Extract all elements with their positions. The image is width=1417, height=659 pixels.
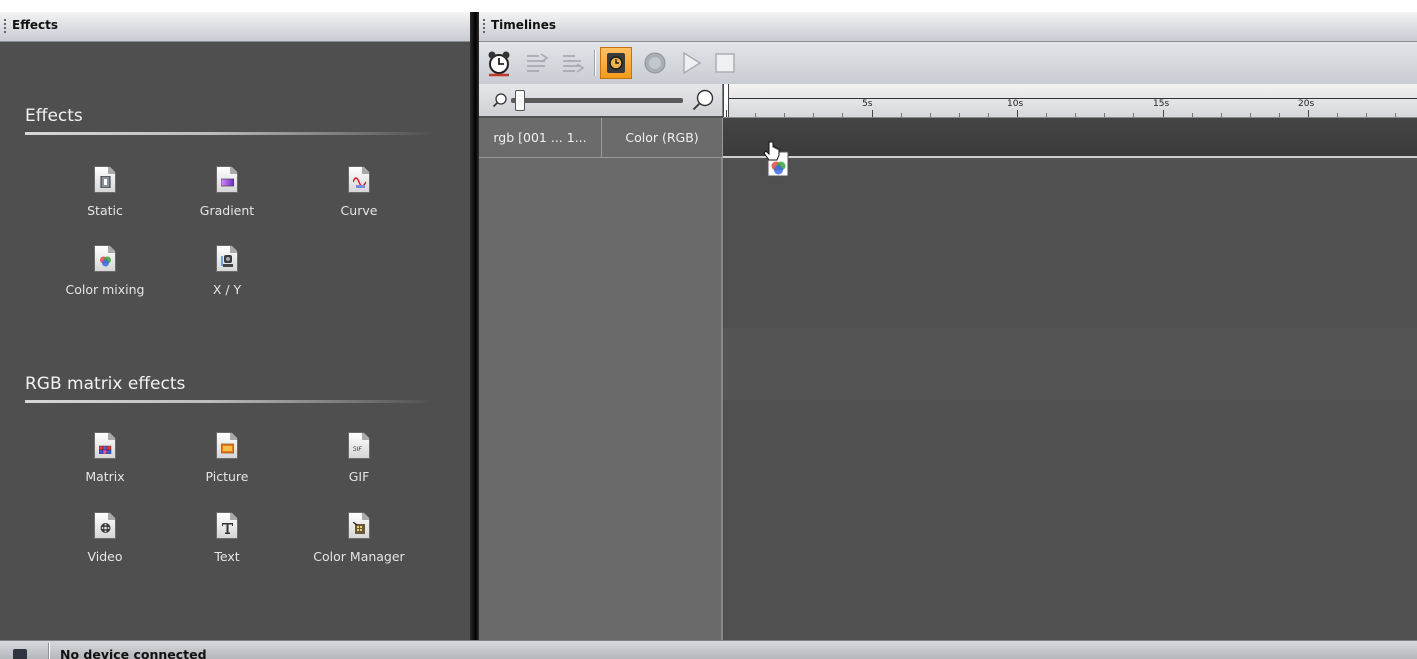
static-effect-icon xyxy=(94,166,116,193)
add-timeline-button[interactable] xyxy=(483,47,515,79)
effect-picture[interactable]: Picture xyxy=(167,432,287,488)
panel-grip-icon[interactable] xyxy=(4,19,6,33)
timelines-panel: Timelines 5s 10s 15s 20s rgb [001 ... 1.… xyxy=(479,12,1417,640)
zoom-slider-track[interactable] xyxy=(511,98,683,103)
effects-panel: Effects Effects Static Gradient Curve Co… xyxy=(0,12,470,640)
effect-label: X / Y xyxy=(212,282,242,297)
effect-color-mixing[interactable]: Color mixing xyxy=(45,245,165,301)
effect-label: Picture xyxy=(205,469,249,484)
timelines-toolbar xyxy=(479,42,1417,84)
status-text: No device connected xyxy=(60,647,207,659)
zoom-in-icon[interactable] xyxy=(691,88,715,112)
ruler-label-15s: 15s xyxy=(1153,99,1170,109)
gradient-effect-icon xyxy=(216,166,238,193)
text-effect-icon xyxy=(216,512,238,539)
effect-static[interactable]: Static xyxy=(45,166,165,222)
track-name-cell[interactable]: rgb [001 ... 1... xyxy=(479,118,602,158)
track-list xyxy=(479,158,723,640)
ruler-tick xyxy=(871,110,873,117)
effect-label: Static xyxy=(87,203,123,218)
effect-label: Curve xyxy=(340,203,378,218)
curve-effect-icon xyxy=(348,166,370,193)
zoom-out-icon[interactable] xyxy=(492,92,508,108)
panel-splitter[interactable] xyxy=(470,12,479,640)
move-down-button[interactable] xyxy=(557,47,589,79)
stop-button[interactable] xyxy=(709,47,741,79)
timeline-canvas[interactable] xyxy=(723,160,1417,640)
ruler-tick xyxy=(1017,110,1018,117)
record-button[interactable] xyxy=(639,47,671,79)
section-title-rgb-matrix: RGB matrix effects xyxy=(25,374,186,394)
color-manager-effect-icon xyxy=(348,512,370,539)
drag-cursor xyxy=(760,140,796,180)
ruler-label-5s: 5s xyxy=(862,99,873,109)
effect-gif[interactable]: GIF GIF xyxy=(299,432,419,488)
svg-text:GIF: GIF xyxy=(353,446,362,453)
play-button[interactable] xyxy=(675,47,707,79)
timecode-sync-button[interactable] xyxy=(600,47,632,79)
timeline-band xyxy=(723,328,1417,400)
effect-label: Text xyxy=(214,549,240,564)
picture-effect-icon xyxy=(216,432,238,459)
effect-label: Video xyxy=(87,549,123,564)
effects-panel-header[interactable]: Effects xyxy=(0,12,470,42)
track-lane[interactable] xyxy=(723,118,1417,158)
ruler-label-10s: 10s xyxy=(1007,99,1024,109)
effect-matrix[interactable]: Matrix xyxy=(45,432,165,488)
effect-curve[interactable]: Curve xyxy=(299,166,419,222)
timelines-panel-title: Timelines xyxy=(491,18,556,32)
effect-label: Color mixing xyxy=(65,282,145,297)
effects-panel-title: Effects xyxy=(12,18,59,32)
timecode-sync-icon xyxy=(607,53,625,73)
device-icon xyxy=(13,649,27,659)
track-type-cell[interactable]: Color (RGB) xyxy=(602,118,723,158)
ruler-tick xyxy=(1308,110,1309,117)
gif-effect-icon: GIF xyxy=(348,432,370,459)
status-bar: No device connected xyxy=(0,640,1417,659)
effect-color-manager[interactable]: Color Manager xyxy=(299,512,419,568)
ruler-tick xyxy=(726,110,727,117)
effect-label: Gradient xyxy=(199,203,255,218)
timelines-panel-header[interactable]: Timelines xyxy=(479,12,1417,42)
effect-xy[interactable]: X / Y xyxy=(167,245,287,301)
stop-icon xyxy=(715,53,735,73)
panel-grip-icon[interactable] xyxy=(483,19,485,33)
hand-cursor-icon xyxy=(763,141,789,177)
ruler-label-20s: 20s xyxy=(1298,99,1315,109)
effect-gradient[interactable]: Gradient xyxy=(167,166,287,222)
alarm-clock-icon xyxy=(488,51,510,77)
video-effect-icon xyxy=(94,512,116,539)
lines-arrow-right-alt-icon xyxy=(563,55,585,73)
section-divider xyxy=(25,132,435,135)
effect-text[interactable]: Text xyxy=(167,512,287,568)
matrix-effect-icon xyxy=(94,432,116,459)
play-icon xyxy=(683,51,702,75)
toolbar-separator xyxy=(594,50,596,76)
section-title-effects: Effects xyxy=(25,106,83,126)
record-icon xyxy=(644,52,666,74)
window-top-strip xyxy=(0,0,1417,12)
lines-arrow-right-icon xyxy=(527,53,549,72)
zoom-slider-thumb[interactable] xyxy=(515,90,525,111)
ruler-tick xyxy=(1162,110,1164,117)
section-divider xyxy=(25,400,435,403)
color-mixing-effect-icon xyxy=(94,245,116,272)
zoom-control xyxy=(479,84,723,116)
time-ruler[interactable]: 5s 10s 15s 20s xyxy=(723,84,1417,118)
status-separator xyxy=(48,643,50,659)
xy-effect-icon xyxy=(216,245,238,272)
effect-video[interactable]: Video xyxy=(45,512,165,568)
effect-label: GIF xyxy=(348,469,370,484)
move-up-button[interactable] xyxy=(521,47,553,79)
effect-label: Color Manager xyxy=(313,549,405,564)
effect-label: Matrix xyxy=(85,469,125,484)
